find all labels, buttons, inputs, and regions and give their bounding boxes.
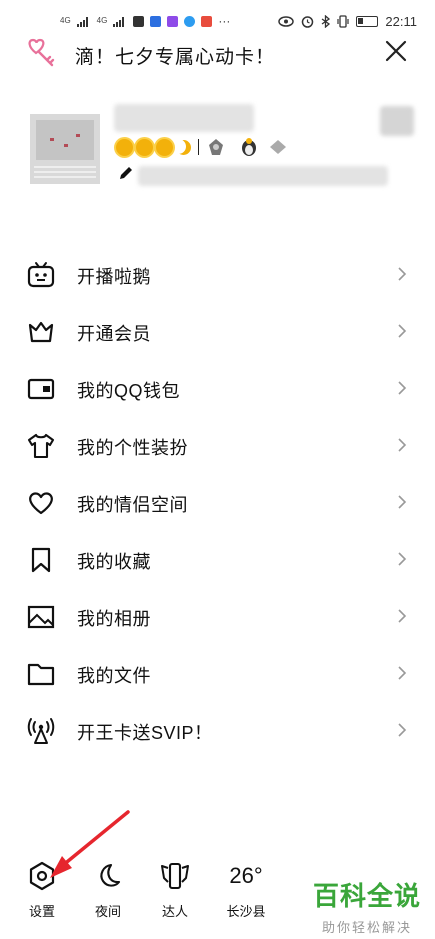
chevron-right-icon [398,495,407,509]
signature-redacted[interactable] [138,166,388,186]
status-time: 22:11 [385,14,417,29]
signal-bars-icon [76,16,88,27]
moon-icon [100,863,121,887]
wallet-icon [27,378,55,400]
watermark-title: 百科全说 [312,881,421,911]
cover-detail [64,144,68,147]
signal-1-label: 4G [60,16,71,25]
settings-button[interactable]: 设置 [22,858,62,920]
status-right: 22:11 [278,14,417,29]
menu-item-king-card[interactable]: 开王卡送SVIP！ [0,702,435,759]
menu-item-theme[interactable]: 我的个性装扮 [0,417,435,474]
menu-item-couple-space[interactable]: 我的情侣空间 [0,474,435,531]
cover-detail [50,138,54,141]
bluetooth-icon [322,15,331,28]
eye-icon [278,16,295,27]
penguin-badge-icon [242,138,256,156]
settings-label: 设置 [28,904,55,919]
app-camera-icon [201,15,213,27]
heart-key-icon [28,38,55,67]
weather-widget[interactable]: 26° 长沙县 [220,858,272,920]
menu-item-files[interactable]: 我的文件 [0,645,435,702]
night-label: 夜间 [94,904,121,919]
menu-item-label: 我的个性装扮 [77,438,188,458]
city-label: 长沙县 [226,904,266,919]
page-title[interactable]: 滴！七夕专属心动卡！ [75,42,275,69]
header: 滴！七夕专属心动卡！ [0,34,435,74]
crown-icon [28,321,54,343]
status-left: 4G 4G ··· [60,14,230,28]
night-mode-button[interactable]: 夜间 [88,858,128,920]
menu-item-label: 开通会员 [77,324,151,344]
folder-icon [27,663,55,686]
chevron-right-icon [398,609,407,623]
menu-item-label: 我的情侣空间 [77,495,188,515]
watermark: 百科全说 助你轻松解决 [313,876,421,936]
app-browser-icon [184,15,196,27]
photo-icon [27,605,55,629]
close-icon[interactable] [385,40,407,62]
menu-item-album[interactable]: 我的相册 [0,588,435,645]
menu-item-label: 我的收藏 [77,552,151,572]
nickname-redacted [114,104,254,132]
phone-wings-icon [161,862,189,890]
heart-icon [29,492,53,515]
tshirt-icon [27,433,55,459]
menu-item-label: 我的相册 [77,609,151,629]
more-notifications: ··· [218,14,231,28]
profile-cover-thumbnail[interactable] [30,114,100,184]
menu-item-favorites[interactable]: 我的收藏 [0,531,435,588]
bookmark-icon [31,547,51,573]
app-video-icon [167,15,179,27]
signal-2-label: 4G [96,16,108,25]
alarm-icon [302,16,314,28]
level-separator [198,139,199,155]
menu-item-vip[interactable]: 开通会员 [0,303,435,360]
chevron-right-icon [398,438,407,452]
cover-detail [76,134,80,137]
talent-label: 达人 [161,904,188,919]
edit-signature-icon[interactable] [118,165,134,181]
chevron-right-icon [398,552,407,566]
signal-bars-icon [113,16,125,27]
battery-icon [356,16,379,27]
watermark-subtitle: 助你轻松解决 [321,920,412,935]
status-bar: 4G 4G ··· 22:11 [0,0,435,34]
menu-item-wallet[interactable]: 我的QQ钱包 [0,360,435,417]
chevron-right-icon [398,723,407,737]
vip-badge-icon [209,139,223,155]
signal-tower-icon [27,718,55,744]
sun-icon [116,138,133,156]
service-badge-icon [270,140,286,154]
menu-item-label: 开王卡送SVIP！ [77,723,213,743]
avatar-redacted[interactable] [380,106,414,136]
talent-button[interactable]: 达人 [155,858,195,920]
tv-icon [27,262,55,288]
chevron-right-icon [398,267,407,281]
settings-icon [29,861,55,891]
chevron-right-icon [398,324,407,338]
menu-item-label: 开播啦鹅 [77,267,151,287]
vibrate-icon [337,15,350,28]
menu-item-label: 我的QQ钱包 [77,381,181,401]
menu-item-label: 我的文件 [77,666,151,686]
app-shield-icon [150,15,162,27]
sun-icon [136,138,153,156]
cover-photo [36,120,94,160]
cover-caption [34,166,96,168]
chevron-right-icon [398,381,407,395]
qq-level-badges [116,137,288,157]
chevron-right-icon [398,666,407,680]
moon-icon [176,140,191,155]
menu-item-live[interactable]: 开播啦鹅 [0,246,435,303]
temperature-text: 26° [229,863,263,888]
app-notification-icon [133,15,145,27]
sun-icon [156,138,173,156]
